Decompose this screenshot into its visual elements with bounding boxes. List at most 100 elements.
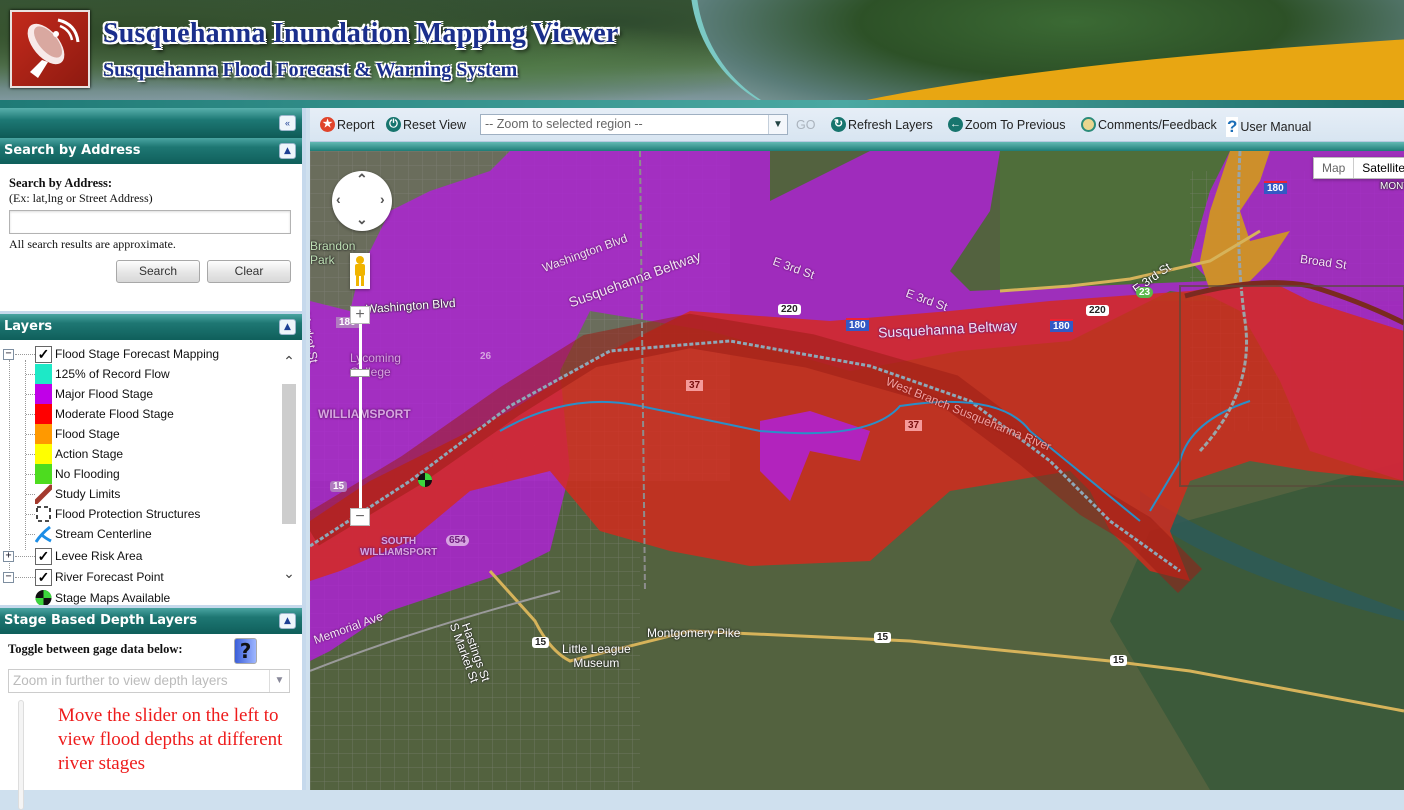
search-panel-title: Search by Address [4,143,141,158]
layer-checkbox[interactable]: ✓ [35,345,52,363]
collapse-layers-panel-button[interactable]: ▲ [279,319,296,335]
map-type-satellite-button[interactable]: Satellite [1354,158,1404,178]
legend-swatch-record-flow [35,364,52,384]
header-background [0,0,760,108]
gage-point-icon [35,590,52,605]
comments-feedback-button[interactable]: Comments/Feedback [1081,117,1217,132]
layer-label: River Forecast Point [55,570,164,584]
reset-view-label: Reset View [403,117,466,132]
map-type-map-button[interactable]: Map [1314,158,1355,178]
map-layers [310,151,1404,790]
pan-right-icon[interactable]: › [380,191,385,207]
refresh-layers-button[interactable]: ↻ Refresh Layers [831,117,933,132]
gage-select-value: Zoom in further to view depth layers [13,673,228,688]
reset-view-button[interactable]: ⏻ Reset View [386,117,466,132]
chevron-down-icon: ▼ [269,670,289,692]
pan-up-icon[interactable]: ⌃ [356,171,368,188]
layer-checkbox[interactable]: ✓ [35,568,52,586]
pan-control[interactable]: ⌃ ‹ › ⌄ [332,171,392,231]
legend-item: Flood Protection Structures [0,504,280,524]
layers-panel-header[interactable]: Layers ▲ [0,314,302,340]
legend-item: 125% of Record Flow [0,364,280,384]
street-view-pegman[interactable] [350,253,370,289]
pegman-icon [355,256,365,286]
river-stage-slider[interactable] [18,700,24,810]
tree-line [26,394,35,395]
address-search-input[interactable] [9,210,291,234]
scroll-down-icon[interactable]: ⌄ [282,566,296,582]
refresh-icon: ↻ [831,117,846,132]
legend-label: Study Limits [55,487,121,501]
shield-us-15: 15 [1110,655,1128,666]
zoom-out-button[interactable]: − [350,508,370,526]
tree-line [26,474,35,475]
zoom-slider-track[interactable] [359,321,362,517]
tree-line [15,556,35,557]
legend-item: Major Flood Stage [0,384,280,404]
legend-swatch-moderate [35,404,52,424]
layer-levee-risk-area: + ✓ Levee Risk Area [0,546,280,566]
gage-select[interactable]: Zoom in further to view depth layers ▼ [8,669,290,693]
collapse-search-panel-button[interactable]: ▲ [279,143,296,159]
collapse-sidebar-button[interactable]: « [279,115,296,131]
search-label: Search by Address: [9,176,113,190]
zoom-slider-handle[interactable] [350,369,370,377]
legend-item: Study Limits [0,484,280,504]
river-forecast-point-marker[interactable] [418,473,432,487]
caret-up-icon: ▲ [284,322,291,332]
legend-item: Action Stage [0,444,280,464]
collapse-depth-panel-button[interactable]: ▲ [279,613,296,629]
user-manual-button[interactable]: ? User Manual [1226,117,1311,137]
map-canvas[interactable]: Brandon Park Washington Blvd Washington B… [310,151,1404,790]
legend-label: Stream Centerline [55,527,152,541]
layers-tree: − ✓ Flood Stage Forecast Mapping 125% of… [0,340,302,608]
search-panel-header[interactable]: Search by Address ▲ [0,138,302,164]
go-button[interactable]: GO [796,118,815,132]
zoom-in-button[interactable]: + [350,306,370,324]
legend-label: 125% of Record Flow [55,367,170,381]
depth-panel-header[interactable]: Stage Based Depth Layers ▲ [0,608,302,634]
shield-us-220: 220 [778,304,801,315]
legend-label: Flood Protection Structures [55,507,201,521]
layer-checkbox[interactable]: ✓ [35,547,52,565]
shield-us-220: 220 [1086,305,1109,316]
clear-button[interactable]: Clear [207,260,291,283]
legend-label: Moderate Flood Stage [55,407,174,421]
layer-label: Levee Risk Area [55,549,143,563]
tree-line [15,354,35,355]
chevron-down-icon: ▼ [768,115,787,134]
pan-down-icon[interactable]: ⌄ [356,211,368,228]
help-button[interactable]: ? [234,638,257,664]
layers-scrollbar[interactable]: ⌃ ⌄ [280,352,298,598]
legend-item: Moderate Flood Stage [0,404,280,424]
study-limits-line-icon [35,484,52,504]
sidebar: « Search by Address ▲ Search by Address:… [0,108,306,810]
scrollbar-thumb[interactable] [282,384,296,524]
search-button[interactable]: Search [116,260,200,283]
collapse-toggle[interactable]: − [3,571,14,583]
legend-item: No Flooding [0,464,280,484]
layers-panel-title: Layers [4,319,53,334]
pan-left-icon[interactable]: ‹ [336,191,341,207]
legend-swatch-action [35,444,52,464]
caret-up-icon: ▲ [284,616,291,626]
shield-route-37: 37 [686,380,704,391]
toolbar-divider [310,142,1404,151]
dashed-box-icon [36,506,51,522]
zoom-to-previous-button[interactable]: ← Zoom To Previous [948,117,1066,132]
map-label-montgomery-pike: Montgomery Pike [647,626,741,640]
shield-us-15: 15 [532,637,550,648]
scroll-up-icon[interactable]: ⌃ [282,354,296,370]
power-icon: ⏻ [386,117,401,132]
layer-flood-stage-forecast-mapping: − ✓ Flood Stage Forecast Mapping [0,344,280,364]
collapse-toggle[interactable]: − [3,348,14,360]
stream-line-icon [35,525,52,543]
map-label-little-league-museum: Little League Museum [562,642,631,670]
legend-item: Stream Centerline [0,524,280,544]
shield-i-180: 180 [1264,181,1287,194]
shield-us-15: 15 [874,632,892,643]
report-button[interactable]: ★ Report [320,117,375,132]
region-select[interactable]: -- Zoom to selected region -- ▼ [480,114,788,135]
question-icon: ? [1226,117,1239,137]
expand-toggle[interactable]: + [3,550,14,562]
